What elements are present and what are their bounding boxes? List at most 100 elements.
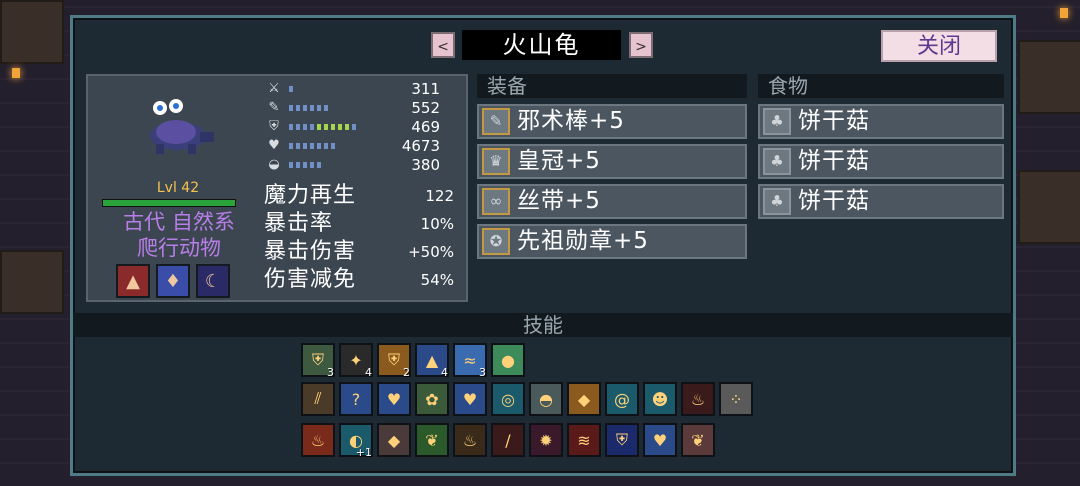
skill-glyph: ♥ (386, 389, 402, 409)
red-hood-up-icon[interactable]: ▲ (116, 264, 150, 298)
fire-demon-icon[interactable]: ♨ (301, 423, 335, 457)
stat-bar-segment (317, 143, 321, 149)
fire-staff-icon[interactable]: / (491, 423, 525, 457)
food-label: 饼干菇 (798, 108, 870, 134)
wall-brick (1018, 40, 1080, 114)
question-icon[interactable]: ? (339, 382, 373, 416)
stat-bar-row: ⚔ 311 (266, 80, 466, 99)
stat-bar-segment (338, 124, 342, 130)
dots-icon[interactable]: ⁘ (719, 382, 753, 416)
flame-icon[interactable]: ♨ (453, 423, 487, 457)
close-button[interactable]: 关闭 (881, 30, 997, 62)
food-list: ♣ 饼干菇 ♣ 饼干菇 ♣ 饼干菇 (758, 104, 1004, 224)
rainbow-orb-icon[interactable]: ● (491, 343, 525, 377)
stat-value: 54% (420, 271, 454, 289)
equipment-slot[interactable]: ✪ 先祖勋章+5 (477, 224, 747, 259)
stat-row: 暴击伤害 +50% (264, 238, 460, 266)
shield-icon: ⛨ (269, 119, 279, 134)
flame-icon[interactable]: ♨ (681, 382, 715, 416)
stat-bar-segment (352, 124, 356, 130)
stat-bar-segment (317, 105, 321, 111)
skill-count: +1 (355, 446, 372, 459)
wall-brick (0, 250, 64, 314)
stat-bars: ⚔ 311 ✎ 552 ⛨ 469 ♥ 4673 ◒ 380 (266, 80, 466, 175)
equipment-slot[interactable]: ✎ 邪术棒+5 (477, 104, 747, 139)
swirl-icon[interactable]: @ (605, 382, 639, 416)
boot-icon: ◒ (268, 157, 280, 172)
crown-icon: ♛ (482, 148, 510, 175)
heart-shield-icon[interactable]: ♥ (643, 423, 677, 457)
skill-row: ♨ ◐ +1 ◆ ❦ ♨ / ✹ ≋ ⛨ ♥ ❦ (301, 423, 715, 459)
blue-shield-icon[interactable]: ⛨ (605, 423, 639, 457)
wind-icon[interactable]: ≈3 (453, 343, 487, 379)
ribbon-icon: ∞ (482, 188, 510, 215)
pet-sprite (150, 99, 214, 154)
claw-icon[interactable]: ⫽ (301, 382, 335, 416)
hearts-icon[interactable]: ♥ (377, 382, 411, 416)
stat-bar-segment (303, 105, 307, 111)
ring-icon[interactable]: ◎ (491, 382, 525, 416)
stat-label: 暴击伤害 (264, 239, 357, 264)
stat-bar-segment (310, 124, 314, 130)
stat-bar-segment (289, 105, 293, 111)
flower-icon[interactable]: ✿ (415, 382, 449, 416)
moon-icon[interactable]: ☾ (196, 264, 230, 298)
stat-value: +50% (408, 243, 454, 261)
torch-icon (1060, 8, 1068, 18)
food-slot[interactable]: ♣ 饼干菇 (758, 104, 1004, 139)
heart-shield-icon[interactable]: ♥ (453, 382, 487, 416)
stat-value: 10% (420, 215, 454, 233)
shield-gem-icon[interactable]: ◆ (567, 382, 601, 416)
stat-bar-row: ♥ 4673 (266, 137, 466, 156)
heat-wave-icon[interactable]: ≋ (567, 423, 601, 457)
stat-bar-segment (289, 124, 293, 130)
stat-label: 魔力再生 (264, 183, 357, 208)
red-gem-icon[interactable]: ◆ (377, 423, 411, 457)
pet-stat-box: Lvl 42 古代 自然系 爬行动物 ▲ ♦ ☾ ⚔ 311 ✎ 552 ⛨ 469 ♥ 4673… (86, 74, 468, 302)
food-header: 食物 (758, 74, 1004, 98)
stat-row: 暴击率 10% (264, 210, 460, 238)
next-pet-button[interactable]: > (629, 32, 653, 58)
gold-shield-icon[interactable]: ⛨ 2 (377, 343, 411, 379)
stat-bar-row: ✎ 552 (266, 99, 466, 118)
staff-icon: ✎ (268, 100, 280, 115)
health-bar (102, 199, 236, 207)
stat-bar-segment (296, 105, 300, 111)
equipment-slot[interactable]: ♛ 皇冠+5 (477, 144, 747, 179)
stat-bar-segment (296, 124, 300, 130)
food-slot[interactable]: ♣ 饼干菇 (758, 144, 1004, 179)
equipment-label: 先祖勋章+5 (517, 228, 649, 254)
equipment-header: 装备 (477, 74, 747, 98)
skill-glyph: ⛨ (615, 430, 628, 449)
turtle-icon[interactable]: ◓ (529, 382, 563, 416)
fire-burst-icon[interactable]: ✹ (529, 423, 563, 457)
sparks-icon[interactable]: ✦ 4 (339, 343, 373, 379)
stat-value: 122 (425, 187, 454, 205)
stat-row: 伤害减免 54% (264, 266, 460, 294)
plus-one-icon[interactable]: ◐ +1 (339, 423, 373, 459)
red-face-icon[interactable]: ☻ (643, 382, 677, 416)
skill-row: ⛨ 3 ✦ 4 ⛨ 2 ▲ 4 ≈3 ● (301, 343, 525, 379)
fire-shield-icon[interactable]: ♦ (156, 264, 190, 298)
stat-bar-segment (310, 105, 314, 111)
prev-pet-button[interactable]: < (431, 32, 455, 58)
skill-count: 3 (479, 366, 486, 379)
skill-glyph: / (505, 430, 511, 450)
leaf-heart-icon[interactable]: ❦ (681, 423, 715, 457)
leaf-heart-icon[interactable]: ❦ (415, 423, 449, 457)
wall-brick (0, 0, 64, 64)
skill-glyph: ⛨ (387, 350, 400, 369)
food-slot[interactable]: ♣ 饼干菇 (758, 184, 1004, 219)
title-bar: < 火山龟 > 关闭 (73, 18, 1013, 74)
heart-icon: ♥ (268, 138, 280, 153)
skill-glyph: ⁘ (729, 389, 743, 409)
skill-glyph: ♨ (310, 430, 326, 450)
stat-bar-value: 469 (411, 118, 440, 136)
equipment-slot[interactable]: ∞ 丝带+5 (477, 184, 747, 219)
ice-spikes-icon[interactable]: ▲ 4 (415, 343, 449, 379)
stat-bar-value: 311 (411, 80, 440, 98)
skill-glyph: ⛨ (311, 350, 324, 369)
stat-bar-segment (310, 162, 314, 168)
stat-bar-segment (345, 124, 349, 130)
green-shield-icon[interactable]: ⛨ 3 (301, 343, 335, 379)
